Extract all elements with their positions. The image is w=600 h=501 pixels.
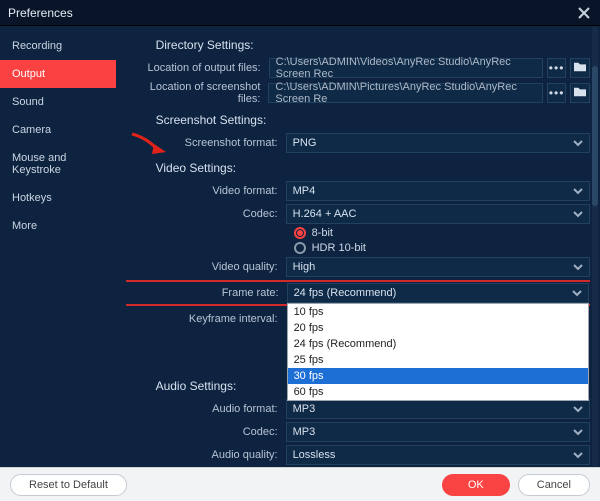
screenshot-path-browse-button[interactable]: •••	[547, 83, 567, 103]
chevron-down-icon	[573, 450, 583, 460]
chevron-down-icon	[573, 427, 583, 437]
frame-rate-option[interactable]: 25 fps	[288, 352, 588, 368]
audio-codec-label: Codec:	[126, 426, 286, 438]
folder-icon	[573, 86, 587, 101]
sidebar-item-more[interactable]: More	[0, 212, 116, 240]
titlebar: Preferences	[0, 0, 600, 26]
chevron-down-icon	[573, 138, 583, 148]
keyframe-interval-label: Keyframe interval:	[126, 313, 286, 325]
frame-rate-label: Frame rate:	[127, 287, 287, 299]
bit-depth-hdr-radio[interactable]: HDR 10-bit	[294, 242, 590, 254]
screenshot-path-label: Location of screenshot files:	[126, 81, 269, 105]
output-path-label: Location of output files:	[126, 62, 269, 74]
cancel-button[interactable]: Cancel	[518, 474, 590, 496]
ellipsis-icon: •••	[549, 62, 565, 74]
vertical-scrollbar[interactable]	[592, 26, 598, 467]
screenshot-format-label: Screenshot format:	[126, 137, 286, 149]
footer: Reset to Default OK Cancel	[0, 467, 600, 501]
audio-quality-label: Audio quality:	[126, 449, 286, 461]
frame-rate-option[interactable]: 20 fps	[288, 320, 588, 336]
sidebar-item-sound[interactable]: Sound	[0, 88, 116, 116]
frame-rate-option[interactable]: 10 fps	[288, 304, 588, 320]
video-codec-label: Codec:	[126, 208, 286, 220]
content-pane: Directory Settings: Location of output f…	[116, 26, 600, 467]
frame-rate-option[interactable]: 60 fps	[288, 384, 588, 400]
video-quality-select[interactable]: High	[286, 257, 590, 277]
frame-rate-select[interactable]: 24 fps (Recommend)	[287, 283, 589, 303]
sidebar-item-mouse-keystroke[interactable]: Mouse and Keystroke	[0, 144, 116, 184]
section-title-video: Video Settings:	[156, 161, 590, 175]
chevron-down-icon	[573, 186, 583, 196]
section-title-screenshot: Screenshot Settings:	[156, 113, 590, 127]
audio-quality-select[interactable]: Lossless	[286, 445, 590, 465]
radio-off-icon	[294, 242, 306, 254]
output-path-field[interactable]: C:\Users\ADMIN\Videos\AnyRec Studio\AnyR…	[269, 58, 543, 78]
chevron-down-icon	[573, 209, 583, 219]
ellipsis-icon: •••	[549, 87, 565, 99]
section-title-directory: Directory Settings:	[156, 38, 590, 52]
frame-rate-option[interactable]: 24 fps (Recommend)	[288, 336, 588, 352]
chevron-down-icon	[573, 262, 583, 272]
chevron-down-icon	[573, 404, 583, 414]
reset-to-default-button[interactable]: Reset to Default	[10, 474, 127, 496]
sidebar-item-camera[interactable]: Camera	[0, 116, 116, 144]
screenshot-format-select[interactable]: PNG	[286, 133, 590, 153]
ok-button[interactable]: OK	[442, 474, 510, 496]
audio-codec-select[interactable]: MP3	[286, 422, 590, 442]
sidebar-item-recording[interactable]: Recording	[0, 32, 116, 60]
audio-format-select[interactable]: MP3	[286, 399, 590, 419]
frame-rate-dropdown: 10 fps 20 fps 24 fps (Recommend) 25 fps …	[287, 303, 589, 401]
bit-depth-8bit-radio[interactable]: 8-bit	[294, 227, 590, 239]
sidebar-item-hotkeys[interactable]: Hotkeys	[0, 184, 116, 212]
video-format-label: Video format:	[126, 185, 286, 197]
screenshot-path-open-folder-button[interactable]	[570, 83, 590, 103]
audio-format-label: Audio format:	[126, 403, 286, 415]
window-title: Preferences	[8, 6, 576, 20]
radio-on-icon	[294, 227, 306, 239]
video-quality-label: Video quality:	[126, 261, 286, 273]
screenshot-path-field[interactable]: C:\Users\ADMIN\Pictures\AnyRec Studio\An…	[268, 83, 542, 103]
folder-icon	[573, 61, 587, 76]
scrollbar-thumb[interactable]	[592, 66, 598, 206]
video-format-select[interactable]: MP4	[286, 181, 590, 201]
sidebar-item-output[interactable]: Output	[0, 60, 116, 88]
close-icon[interactable]	[576, 5, 592, 21]
video-codec-select[interactable]: H.264 + AAC	[286, 204, 590, 224]
frame-rate-option[interactable]: 30 fps	[288, 368, 588, 384]
output-path-browse-button[interactable]: •••	[547, 58, 567, 78]
output-path-open-folder-button[interactable]	[570, 58, 590, 78]
sidebar: Recording Output Sound Camera Mouse and …	[0, 26, 116, 467]
chevron-down-icon	[572, 288, 582, 298]
